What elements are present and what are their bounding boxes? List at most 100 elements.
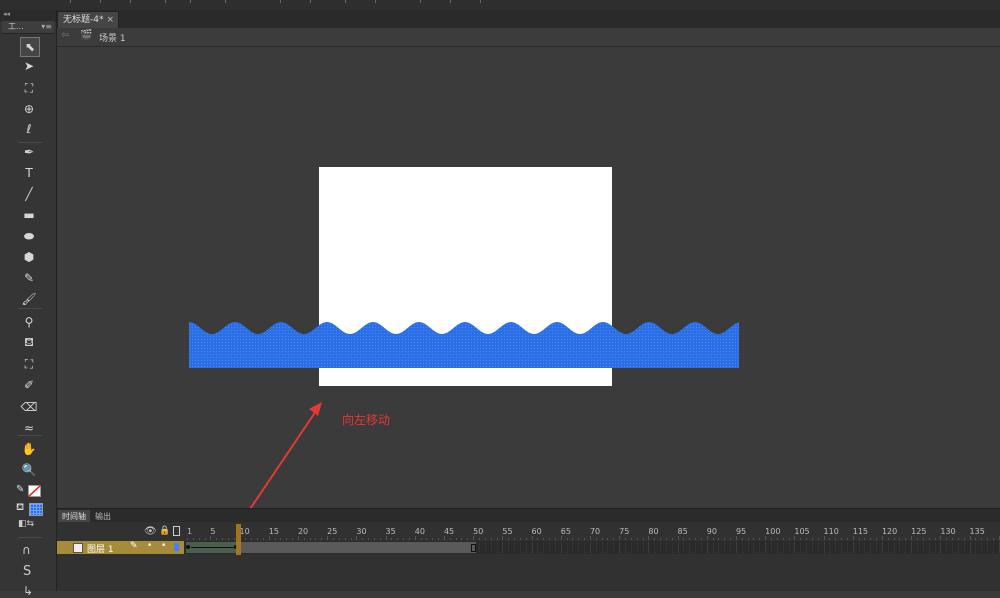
bone-tool[interactable]: ⚲ [20, 313, 38, 331]
ruler-tick [800, 538, 802, 540]
ruler-tick [619, 536, 621, 540]
stroke-pencil-icon: ✎ [16, 484, 25, 495]
rectangle-tool[interactable]: ▬ [20, 206, 38, 224]
line-tool[interactable]: ╱ [20, 185, 38, 203]
ruler-tick [268, 536, 270, 540]
ruler-label: 45 [443, 527, 455, 536]
ruler-tick [414, 536, 416, 540]
start-keyframe[interactable] [186, 545, 190, 549]
frame-cell-divider [870, 542, 872, 553]
annotation-label: 向左移动 [342, 413, 391, 427]
frame-cell-divider [625, 542, 626, 553]
menu-tick [420, 0, 421, 3]
frame-cell-divider [519, 542, 521, 553]
swap-colors-icon[interactable]: ◧⇆ [18, 519, 42, 531]
ruler-tick [204, 538, 206, 540]
ruler-tick [823, 536, 825, 540]
ruler-tick [928, 538, 930, 540]
layer-color-icon[interactable] [174, 543, 179, 551]
ruler-tick [426, 538, 428, 540]
playhead[interactable] [236, 524, 241, 555]
ruler-tick [940, 536, 942, 540]
subselection-tool[interactable]: ➤ [20, 57, 38, 75]
zoom-tool[interactable]: 🔍 [20, 461, 38, 479]
document-tab[interactable]: 无标题-4* × [57, 11, 119, 28]
ruler-tick [479, 538, 480, 540]
frame-cell-divider [735, 542, 737, 553]
lasso-tool[interactable]: ℓ [20, 120, 38, 138]
menu-tick [165, 0, 166, 3]
ruler-tick [864, 538, 866, 540]
ruler-tick [274, 538, 276, 540]
ruler-tick [776, 538, 778, 540]
ruler-tick [297, 536, 299, 540]
eye-icon[interactable]: 👁 [144, 526, 157, 537]
straighten-icon[interactable]: ↳ [23, 584, 33, 598]
frame-cell-divider [969, 542, 971, 553]
frame-cell-divider [981, 542, 983, 553]
menu-tick [480, 0, 481, 3]
paint-bucket-tool[interactable]: ⛾ [20, 334, 38, 352]
ruler-tick [187, 538, 188, 540]
ink-bottle-tool[interactable]: ⛶ [20, 355, 38, 373]
outline-icon[interactable] [173, 526, 180, 536]
ruler-label: 55 [502, 527, 513, 536]
frame-cell-divider [724, 542, 726, 553]
frame-cell-divider [899, 542, 901, 553]
3d-rotation-tool[interactable]: ⊕ [20, 100, 38, 118]
ruler-tick [315, 538, 317, 540]
hand-tool[interactable]: ✋ [20, 440, 38, 458]
ruler-tick [292, 538, 294, 540]
frame-ruler[interactable]: 1 5 10 15 20 25 30 35 40 45 50 55 60 65 70 75 80 85 90 95 10… [184, 524, 1000, 540]
ruler-tick [648, 536, 650, 540]
collapse-icon[interactable]: ◂◂ [3, 10, 10, 18]
ruler-tick [420, 538, 422, 540]
lock-icon[interactable]: 🔒 [159, 526, 170, 536]
scene-label[interactable]: 场景 1 [99, 31, 126, 44]
frame-cell-divider [928, 542, 930, 553]
ruler-tick [338, 538, 340, 540]
edit-pencil-icon: ✎ [130, 541, 138, 551]
lock-dot-icon[interactable]: • [161, 541, 166, 551]
selection-tool[interactable]: ⬉ [20, 37, 40, 57]
eyedropper-tool[interactable]: ✐ [20, 376, 38, 394]
free-transform-tool[interactable]: ⛶ [20, 79, 38, 97]
ruler-tick [835, 538, 837, 540]
stroke-color-control[interactable]: ✎ [16, 484, 42, 498]
static-frames-span[interactable] [240, 542, 476, 553]
tab-close-icon[interactable]: × [106, 12, 114, 28]
layer-row[interactable]: 图层 1 ✎ • • [57, 541, 184, 555]
oval-tool[interactable]: ⬬ [20, 227, 38, 245]
brush-tool[interactable]: 🖌 [20, 290, 38, 308]
smooth-icon[interactable]: S [23, 564, 31, 579]
frame-cell-divider [881, 542, 883, 553]
shape-tween-span[interactable] [186, 542, 240, 553]
eraser-tool[interactable]: ⌫ [20, 398, 38, 416]
ruler-tick [794, 536, 796, 540]
tools-panel-title: 工... [8, 22, 24, 31]
text-tool[interactable]: T [20, 164, 38, 182]
ruler-tick [642, 538, 644, 540]
layer-name[interactable]: 图层 1 [87, 542, 114, 555]
polystar-tool[interactable]: ⬢ [20, 248, 38, 266]
back-arrow-icon[interactable]: ⇦ [61, 30, 69, 41]
ruler-tick [887, 538, 889, 540]
timeline-tab-bar: 时间轴 输出 [57, 508, 1000, 523]
ruler-label: 30 [356, 527, 367, 536]
stroke-color-swatch[interactable] [28, 485, 41, 497]
wave-shape[interactable] [189, 318, 739, 370]
ruler-tick [712, 538, 714, 540]
ruler-tick [946, 538, 948, 540]
snap-magnet-icon[interactable]: ∩ [22, 543, 31, 557]
ruler-tick [496, 538, 498, 540]
panel-menu-icon[interactable]: ▾≡ [41, 21, 52, 33]
pen-tool[interactable]: ✒ [20, 143, 38, 161]
fill-color-swatch[interactable] [29, 503, 43, 516]
pencil-tool[interactable]: ✎ [20, 269, 38, 287]
fill-color-control[interactable]: ⛾ [16, 502, 43, 516]
ruler-tick [508, 538, 510, 540]
visibility-dot-icon[interactable]: • [147, 541, 152, 551]
ruler-tick [601, 538, 603, 540]
ruler-tick [251, 538, 253, 540]
ruler-label: 75 [619, 527, 630, 536]
